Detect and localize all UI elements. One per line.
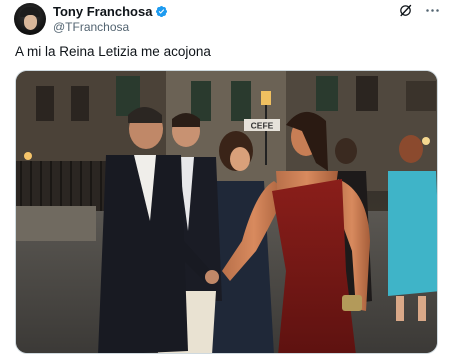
avatar-face [24,15,37,30]
event-photo: CEFE [16,71,437,353]
tweet-header: Tony Franchosa @TFranchosa [53,3,168,34]
more-options-icon[interactable] [425,3,440,18]
tweet-card: Tony Franchosa @TFranchosa A mi la Reina… [0,0,450,356]
header-actions [398,3,440,18]
tweet-photo[interactable]: CEFE [15,70,438,354]
grok-icon[interactable] [398,3,413,18]
author-avatar[interactable] [14,3,46,35]
building-sign: CEFE [251,121,274,131]
author-handle[interactable]: @TFranchosa [53,20,168,34]
tweet-text: A mi la Reina Letizia me acojona [15,44,211,59]
author-name-row: Tony Franchosa [53,3,168,19]
author-display-name[interactable]: Tony Franchosa [53,4,152,19]
verified-badge-icon [156,5,168,17]
